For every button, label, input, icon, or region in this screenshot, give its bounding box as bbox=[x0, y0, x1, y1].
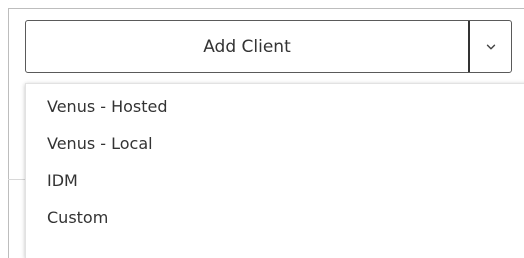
client-type-menu: Venus - Hosted Venus - Local IDM Custom bbox=[25, 83, 524, 258]
dropdown-toggle-button[interactable] bbox=[470, 21, 511, 72]
menu-item-venus-hosted[interactable]: Venus - Hosted bbox=[26, 88, 524, 125]
menu-item-label: Custom bbox=[47, 208, 109, 227]
menu-item-custom[interactable]: Custom bbox=[26, 199, 524, 236]
chevron-down-icon bbox=[486, 44, 495, 49]
add-client-label: Add Client bbox=[203, 36, 291, 57]
add-client-split-button: Add Client bbox=[25, 20, 512, 73]
menu-item-label: Venus - Hosted bbox=[47, 97, 168, 116]
menu-item-label: IDM bbox=[47, 171, 78, 190]
menu-item-venus-local[interactable]: Venus - Local bbox=[26, 125, 524, 162]
menu-item-label: Venus - Local bbox=[47, 134, 153, 153]
add-client-button[interactable]: Add Client bbox=[26, 21, 468, 72]
menu-item-idm[interactable]: IDM bbox=[26, 162, 524, 199]
